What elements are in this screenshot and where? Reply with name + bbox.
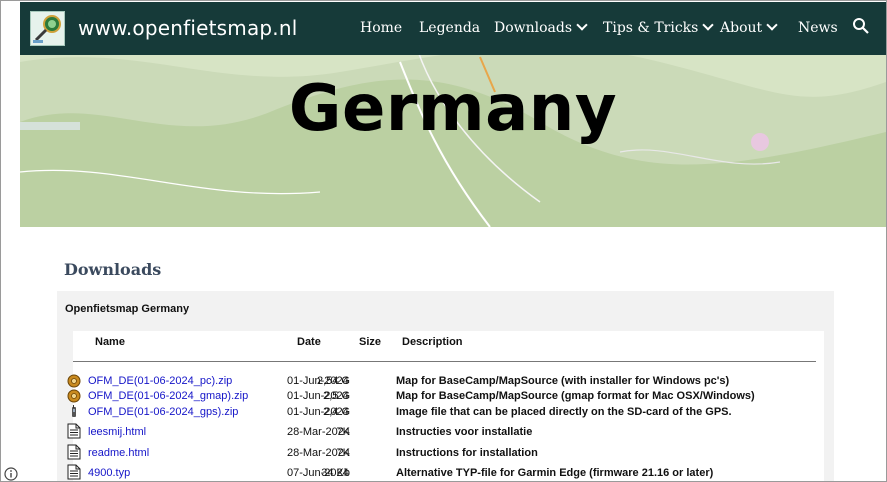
page-title: Germany bbox=[288, 72, 618, 146]
table-row: OFM_DE(01-06-2024_gps).zip 01-Jun-2024 2… bbox=[1, 405, 886, 419]
file-size: 7K bbox=[336, 426, 350, 438]
browser-viewport: Germany www.openfietsmap.nl Home Legenda… bbox=[0, 0, 887, 482]
table-divider bbox=[73, 361, 816, 362]
column-header-date[interactable]: Date bbox=[297, 336, 321, 348]
file-description: Map for BaseCamp/MapSource (gmap format … bbox=[396, 390, 755, 402]
document-icon bbox=[67, 464, 81, 480]
magnifier-logo-icon bbox=[31, 12, 64, 45]
nav-home[interactable]: Home bbox=[360, 20, 402, 36]
nav-tips-tricks-label: Tips & Tricks bbox=[603, 20, 699, 36]
nav-home-label: Home bbox=[360, 20, 403, 36]
downloads-heading: Downloads bbox=[64, 260, 162, 279]
chevron-down-icon bbox=[576, 19, 588, 31]
document-icon bbox=[67, 423, 81, 439]
table-row: OFM_DE(01-06-2024_gmap).zip 01-Jun-2024 … bbox=[1, 389, 886, 403]
file-description: Instructies voor installatie bbox=[396, 426, 533, 438]
nav-about[interactable]: About bbox=[720, 19, 778, 36]
nav-news-label: News bbox=[798, 20, 838, 36]
zip-archive-icon bbox=[67, 389, 81, 403]
search-icon[interactable] bbox=[852, 17, 870, 35]
chevron-down-icon bbox=[702, 19, 715, 31]
column-header-size[interactable]: Size bbox=[359, 336, 381, 348]
file-link[interactable]: OFM_DE(01-06-2024_pc).zip bbox=[88, 375, 232, 387]
nav-legenda[interactable]: Legenda bbox=[419, 20, 480, 36]
zip-archive-icon bbox=[67, 374, 81, 388]
file-size: 2,54 G bbox=[316, 375, 350, 387]
column-header-description[interactable]: Description bbox=[402, 336, 463, 348]
file-link[interactable]: OFM_DE(01-06-2024_gps).zip bbox=[88, 406, 238, 418]
file-link[interactable]: 4900.typ bbox=[88, 467, 130, 479]
site-logo[interactable] bbox=[30, 11, 65, 46]
site-title[interactable]: www.openfietsmap.nl bbox=[78, 16, 298, 40]
top-navigation: www.openfietsmap.nl Home Legenda Downloa… bbox=[20, 2, 886, 55]
file-link[interactable]: leesmij.html bbox=[88, 426, 146, 438]
gps-device-icon bbox=[72, 405, 76, 417]
file-link[interactable]: readme.html bbox=[88, 447, 149, 459]
file-description: Instructions for installation bbox=[396, 447, 538, 459]
file-size: 34 Kb bbox=[321, 467, 350, 479]
table-row: leesmij.html 28-Mar-2024 7K Instructies … bbox=[1, 423, 886, 439]
chevron-down-icon bbox=[766, 19, 778, 31]
document-icon bbox=[67, 444, 81, 460]
file-description: Map for BaseCamp/MapSource (with install… bbox=[396, 375, 730, 387]
nav-downloads-label: Downloads bbox=[494, 20, 573, 36]
file-description: Image file that can be placed directly o… bbox=[396, 406, 732, 418]
table-row: 4900.typ 07-Jun-2024 34 Kb Alternative T… bbox=[1, 464, 886, 480]
table-row: OFM_DE(01-06-2024_pc).zip 01-Jun-2024 2,… bbox=[1, 374, 886, 388]
nav-tips-tricks[interactable]: Tips & Tricks bbox=[603, 19, 715, 36]
file-description: Alternative TYP-file for Garmin Edge (fi… bbox=[396, 467, 714, 479]
nav-downloads[interactable]: Downloads bbox=[494, 19, 588, 36]
file-size: 7K bbox=[336, 447, 350, 459]
file-size: 2,5 G bbox=[323, 390, 350, 402]
file-link[interactable]: OFM_DE(01-06-2024_gmap).zip bbox=[88, 390, 248, 402]
nav-legenda-label: Legenda bbox=[419, 20, 481, 36]
info-icon[interactable] bbox=[4, 467, 18, 481]
table-row: readme.html 28-Mar-2024 7K Instructions … bbox=[1, 444, 886, 460]
column-header-name[interactable]: Name bbox=[95, 336, 125, 348]
nav-news[interactable]: News bbox=[798, 20, 838, 36]
file-size: 2,4 G bbox=[323, 406, 350, 418]
nav-about-label: About bbox=[720, 20, 763, 36]
panel-title: Openfietsmap Germany bbox=[65, 303, 190, 315]
